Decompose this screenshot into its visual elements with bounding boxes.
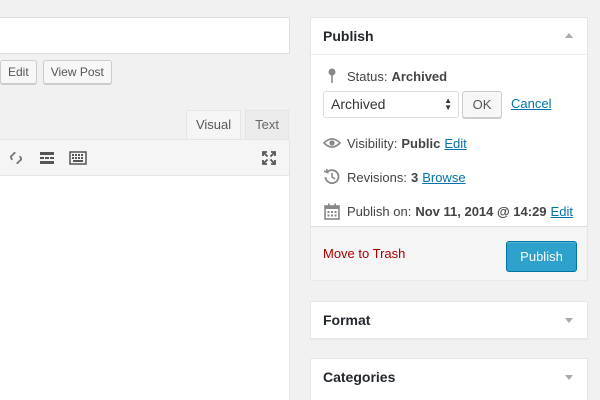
publish-box: Publish Status: Archived Archived ▲ ▼ OK …	[310, 17, 588, 280]
format-box: Format	[310, 301, 588, 339]
calendar-icon	[323, 202, 341, 220]
tab-visual[interactable]: Visual	[185, 110, 242, 139]
permalink-actions: Edit View Post	[0, 60, 112, 84]
categories-box: Categories	[310, 358, 588, 400]
status-label: Status:	[347, 68, 388, 84]
visibility-value: Public	[401, 135, 441, 151]
format-box-header[interactable]: Format	[311, 302, 587, 339]
fullscreen-icon[interactable]	[261, 150, 277, 166]
publish-actions: Move to Trash Publish	[311, 226, 587, 280]
collapse-arrow-icon[interactable]	[565, 33, 573, 38]
editor-tabs: Visual Text	[185, 110, 289, 139]
unlink-icon[interactable]	[8, 150, 24, 166]
edit-permalink-button[interactable]: Edit	[0, 60, 37, 84]
categories-box-title: Categories	[323, 369, 396, 385]
status-select[interactable]: Archived ▲ ▼	[323, 91, 459, 118]
read-more-icon[interactable]	[39, 150, 55, 166]
revisions-row: Revisions: 3 Browse	[323, 168, 466, 186]
publish-box-title: Publish	[323, 28, 374, 44]
editor-toolbar	[0, 139, 290, 176]
history-icon	[323, 168, 341, 186]
editor-content-area[interactable]	[0, 175, 290, 400]
select-arrows-icon: ▲ ▼	[444, 96, 452, 112]
expand-arrow-icon[interactable]	[565, 318, 573, 323]
status-ok-button[interactable]: OK	[462, 91, 502, 118]
browse-revisions-link[interactable]: Browse	[422, 170, 465, 185]
post-title-input[interactable]	[0, 17, 290, 54]
expand-arrow-icon[interactable]	[565, 375, 573, 380]
edit-date-link[interactable]: Edit	[551, 204, 573, 219]
publish-on-label: Publish on:	[347, 203, 412, 219]
move-to-trash-link[interactable]: Move to Trash	[323, 246, 405, 261]
view-post-button[interactable]: View Post	[42, 60, 112, 84]
pin-icon	[323, 67, 341, 85]
publish-button[interactable]: Publish	[506, 241, 577, 272]
status-select-value: Archived	[331, 96, 386, 112]
revisions-label: Revisions:	[347, 169, 407, 185]
categories-box-header[interactable]: Categories	[311, 359, 587, 396]
visibility-label: Visibility:	[347, 135, 398, 151]
visibility-row: Visibility: Public Edit	[323, 134, 467, 152]
toolbar-toggle-icon[interactable]	[69, 150, 87, 166]
status-value: Archived	[391, 68, 448, 84]
status-cancel-link[interactable]: Cancel	[511, 96, 551, 111]
tab-text[interactable]: Text	[245, 110, 289, 139]
post-status-row: Status: Archived	[323, 67, 451, 85]
publish-date-row: Publish on: Nov 11, 2014 @ 14:29 Edit	[323, 202, 573, 220]
publish-box-header[interactable]: Publish	[311, 18, 587, 55]
publish-on-date: Nov 11, 2014 @ 14:29	[415, 203, 547, 219]
format-box-title: Format	[323, 312, 371, 328]
eye-icon	[323, 134, 341, 152]
revisions-count: 3	[410, 169, 419, 185]
edit-visibility-link[interactable]: Edit	[444, 136, 466, 151]
